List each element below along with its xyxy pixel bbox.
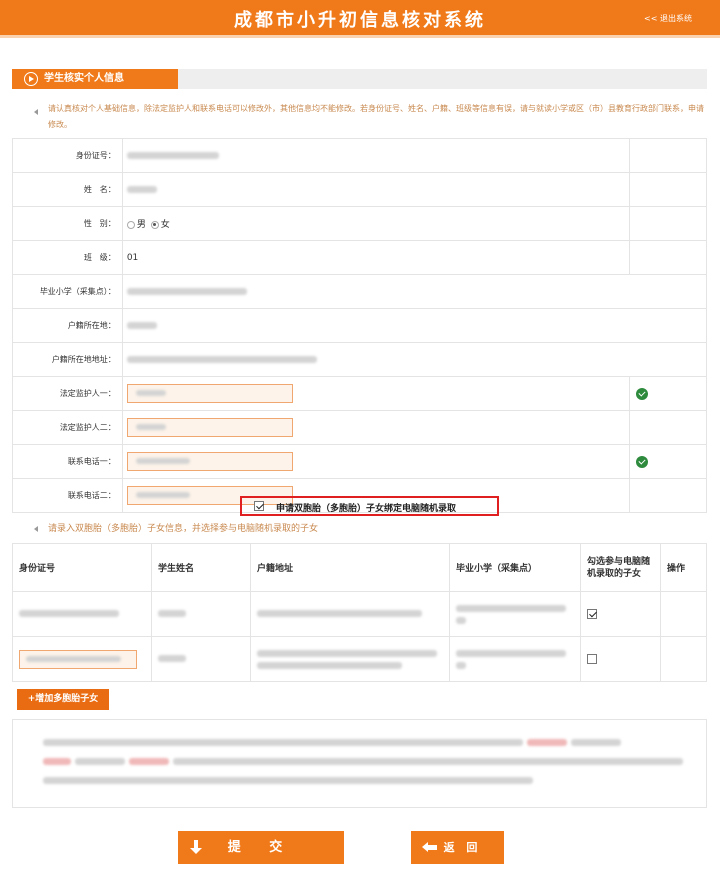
triangle-left-icon — [34, 526, 38, 532]
hukou-label: 户籍所在地： — [12, 308, 123, 343]
row-phone1: 联系电话一： — [12, 444, 707, 479]
action-cell — [660, 636, 707, 682]
twin-id-input[interactable] — [19, 649, 137, 669]
action-cell — [660, 591, 707, 637]
row-guardian2: 法定监护人二： — [12, 410, 707, 445]
gender-radio-group: 男 女 — [121, 206, 631, 241]
hukou-address-value — [121, 342, 708, 377]
phone1-input[interactable] — [126, 452, 293, 471]
twin-select-checkbox[interactable] — [587, 608, 597, 619]
hukou-address-label: 户籍所在地地址： — [12, 342, 123, 377]
back-button-label: 返 回 — [443, 841, 482, 854]
twin-note: 请录入双胞胎（多胞胎）子女信息，并选择参与电脑随机录取的子女 — [12, 522, 318, 536]
play-circle-icon — [24, 72, 38, 86]
section-header: 学生核实个人信息 — [12, 69, 707, 89]
submit-button-label: 提 交 — [227, 840, 295, 855]
gender-female-label: 女 — [160, 220, 170, 230]
row-gender: 性 别： 男 女 — [12, 206, 707, 241]
gender-female-radio[interactable] — [150, 220, 159, 229]
gender-male-label: 男 — [136, 220, 146, 230]
submit-button[interactable]: 提 交 — [178, 831, 344, 864]
phone2-label: 联系电话二： — [12, 478, 123, 513]
phone1-label: 联系电话一： — [12, 444, 123, 479]
arrow-left-icon — [422, 842, 437, 852]
class-label: 班 级： — [12, 240, 123, 275]
table-row — [12, 636, 707, 682]
col-school: 毕业小学（采集点） — [449, 543, 581, 592]
col-id: 身份证号 — [12, 543, 152, 592]
twin-table: 身份证号 学生姓名 户籍地址 毕业小学（采集点） 勾选参与电脑随机录取的子女 操… — [12, 543, 707, 682]
status-cell — [629, 240, 707, 275]
guardian2-input[interactable] — [126, 418, 293, 437]
twin-note-text: 请录入双胞胎（多胞胎）子女信息，并选择参与电脑随机录取的子女 — [48, 524, 319, 534]
student-info-table: 身份证号： 姓 名： 性 别： 男 女 班 级： 01 毕业小学（采集点）： 户… — [12, 138, 708, 513]
twin-apply-highlight: 申请双胞胎（多胞胎）子女绑定电脑随机录取 — [240, 496, 499, 516]
row-hukou: 户籍所在地： — [12, 308, 708, 343]
gender-male-radio[interactable] — [126, 220, 135, 229]
twin-table-header: 身份证号 学生姓名 户籍地址 毕业小学（采集点） 勾选参与电脑随机录取的子女 操… — [12, 543, 707, 592]
header-bar: 成都市小升初信息核对系统 << 退出系统 — [0, 0, 720, 38]
row-hukou-address: 户籍所在地地址： — [12, 342, 708, 377]
status-cell — [629, 410, 707, 445]
section-title: 学生核实个人信息 — [44, 73, 124, 84]
table-row — [12, 591, 707, 637]
guardian2-label: 法定监护人二： — [12, 410, 123, 445]
add-twin-button[interactable]: +增加多胞胎子女 — [17, 689, 109, 710]
col-action: 操作 — [660, 543, 707, 592]
status-cell — [629, 206, 707, 241]
name-label: 姓 名： — [12, 172, 123, 207]
school-label: 毕业小学（采集点）： — [12, 274, 123, 309]
status-cell — [629, 478, 707, 513]
check-circle-icon — [636, 455, 649, 468]
twin-apply-checkbox[interactable] — [254, 501, 264, 511]
id-number-value — [121, 138, 631, 173]
declaration-text — [12, 719, 707, 808]
row-class: 班 级： 01 — [12, 240, 707, 275]
status-cell — [629, 172, 707, 207]
back-button[interactable]: 返 回 — [411, 831, 504, 864]
logout-link[interactable]: << 退出系统 — [644, 13, 692, 24]
col-address: 户籍地址 — [250, 543, 450, 592]
hukou-value — [121, 308, 708, 343]
notice-text: 请认真核对个人基础信息，除法定监护人和联系电话可以修改外，其他信息均不能修改。若… — [12, 101, 707, 133]
status-cell — [629, 138, 707, 173]
row-school: 毕业小学（采集点）： — [12, 274, 708, 309]
section-tab: 学生核实个人信息 — [12, 69, 178, 89]
col-name: 学生姓名 — [151, 543, 251, 592]
notice-content: 请认真核对个人基础信息，除法定监护人和联系电话可以修改外，其他信息均不能修改。若… — [48, 104, 704, 129]
row-guardian1: 法定监护人一： — [12, 376, 707, 411]
row-name: 姓 名： — [12, 172, 707, 207]
gender-label: 性 别： — [12, 206, 123, 241]
arrow-down-icon — [190, 840, 202, 854]
class-value: 01 — [121, 240, 631, 275]
triangle-left-icon — [34, 109, 38, 115]
twin-apply-label: 申请双胞胎（多胞胎）子女绑定电脑随机录取 — [276, 504, 457, 514]
id-number-label: 身份证号： — [12, 138, 123, 173]
twin-select-checkbox[interactable] — [587, 653, 597, 664]
guardian1-label: 法定监护人一： — [12, 376, 123, 411]
guardian1-input[interactable] — [126, 384, 293, 403]
check-circle-icon — [636, 387, 649, 400]
col-select: 勾选参与电脑随机录取的子女 — [580, 543, 661, 592]
school-value — [121, 274, 708, 309]
name-value — [121, 172, 631, 207]
page-title: 成都市小升初信息核对系统 — [234, 10, 486, 31]
row-id-number: 身份证号： — [12, 138, 707, 173]
